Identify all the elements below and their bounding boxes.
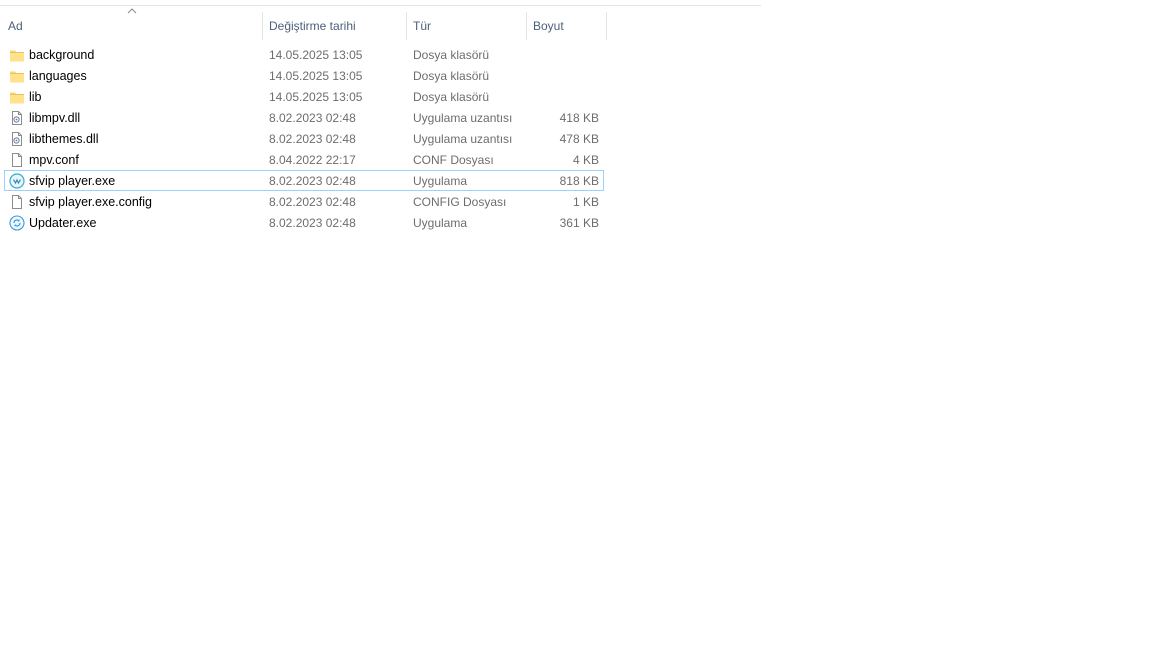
- column-header-size[interactable]: Boyut: [527, 12, 605, 40]
- file-type: Uygulama uzantısı: [413, 111, 513, 125]
- toolbar-divider: [0, 5, 761, 6]
- file-icon: [9, 194, 25, 210]
- file-type: Dosya klasörü: [413, 90, 490, 104]
- column-header-bar: Ad Değiştirme tarihi Tür Boyut: [0, 8, 610, 40]
- updater-icon: [9, 215, 25, 231]
- file-type: Uygulama: [413, 216, 468, 230]
- file-row[interactable]: sfvip player.exe 8.02.2023 02:48 Uygulama 8…: [4, 170, 604, 191]
- sfvip-player-icon: [9, 173, 25, 189]
- file-date: 14.05.2025 13:05: [269, 69, 363, 83]
- file-type: Uygulama uzantısı: [413, 132, 513, 146]
- file-date: 8.02.2023 02:48: [269, 174, 356, 188]
- file-row[interactable]: mpv.conf 8.04.2022 22:17 CONF Dosyası 4 KB: [4, 149, 604, 170]
- file-date: 8.02.2023 02:48: [269, 195, 356, 209]
- folder-icon: [9, 68, 25, 84]
- file-type: Uygulama: [413, 174, 468, 188]
- file-date: 14.05.2025 13:05: [269, 48, 363, 62]
- file-row[interactable]: background 14.05.2025 13:05 Dosya klasörü: [4, 44, 604, 65]
- file-list: background 14.05.2025 13:05 Dosya klasörü l…: [4, 44, 604, 233]
- file-date: 8.02.2023 02:48: [269, 132, 356, 146]
- file-type: Dosya klasörü: [413, 69, 490, 83]
- file-name: libthemes.dll: [29, 132, 99, 146]
- file-size: 478 KB: [559, 132, 599, 146]
- file-date: 14.05.2025 13:05: [269, 90, 363, 104]
- file-row[interactable]: Updater.exe 8.02.2023 02:48 Uygulama 361 KB: [4, 212, 604, 233]
- file-name: lib: [29, 90, 42, 104]
- file-name: mpv.conf: [29, 153, 79, 167]
- file-date: 8.04.2022 22:17: [269, 153, 356, 167]
- folder-icon: [9, 47, 25, 63]
- dll-file-icon: [9, 110, 25, 126]
- file-name: Updater.exe: [29, 216, 97, 230]
- file-date: 8.02.2023 02:48: [269, 216, 356, 230]
- file-size: 1 KB: [572, 195, 599, 209]
- column-header-type[interactable]: Tür: [407, 12, 525, 40]
- file-icon: [9, 152, 25, 168]
- file-explorer-view: Ad Değiştirme tarihi Tür Boyut backgroun…: [0, 0, 1152, 648]
- file-date: 8.02.2023 02:48: [269, 111, 356, 125]
- file-type: Dosya klasörü: [413, 48, 490, 62]
- file-size: 4 KB: [572, 153, 599, 167]
- file-size: 361 KB: [559, 216, 599, 230]
- file-row[interactable]: lib 14.05.2025 13:05 Dosya klasörü: [4, 86, 604, 107]
- file-row[interactable]: libmpv.dll 8.02.2023 02:48 Uygulama uzantı…: [4, 107, 604, 128]
- file-row[interactable]: languages 14.05.2025 13:05 Dosya klasörü: [4, 65, 604, 86]
- file-name: sfvip player.exe.config: [29, 195, 152, 209]
- file-row[interactable]: sfvip player.exe.config 8.02.2023 02:48 CO…: [4, 191, 604, 212]
- file-size: 818 KB: [559, 174, 599, 188]
- file-name: languages: [29, 69, 87, 83]
- column-header-name[interactable]: Ad: [2, 12, 260, 40]
- file-name: sfvip player.exe: [29, 174, 116, 188]
- file-name: background: [29, 48, 95, 62]
- file-name: libmpv.dll: [29, 111, 81, 125]
- file-type: CONF Dosyası: [413, 153, 494, 167]
- file-size: 418 KB: [559, 111, 599, 125]
- column-separator[interactable]: [606, 12, 607, 40]
- file-row[interactable]: libthemes.dll 8.02.2023 02:48 Uygulama uza…: [4, 128, 604, 149]
- column-header-date[interactable]: Değiştirme tarihi: [263, 12, 405, 40]
- dll-file-icon: [9, 131, 25, 147]
- file-type: CONFIG Dosyası: [413, 195, 507, 209]
- folder-icon: [9, 89, 25, 105]
